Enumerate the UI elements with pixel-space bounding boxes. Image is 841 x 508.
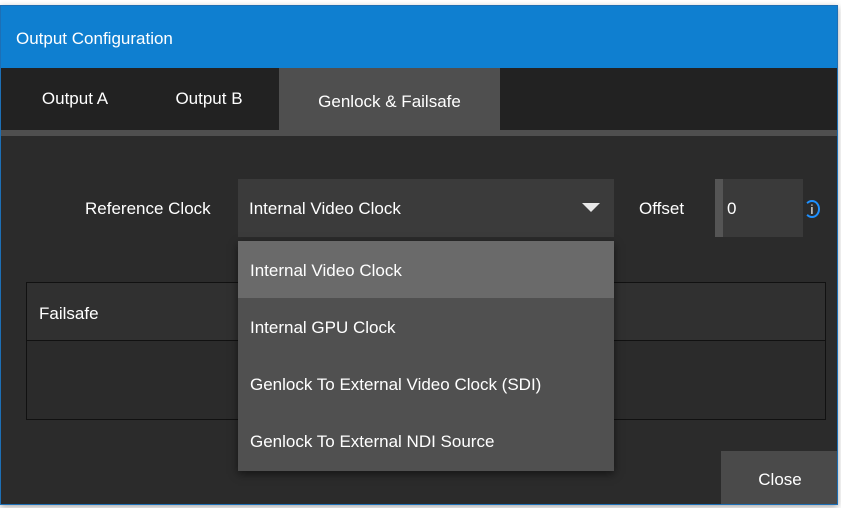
window-title: Output Configuration xyxy=(16,29,173,48)
dropdown-option-internal-gpu-clock[interactable]: Internal GPU Clock xyxy=(238,298,614,355)
dropdown-option-label: Genlock To External Video Clock (SDI) xyxy=(250,375,542,394)
tab-output-a[interactable]: Output A xyxy=(23,68,127,130)
dropdown-option-label: Internal GPU Clock xyxy=(250,318,396,337)
offset-label: Offset xyxy=(639,199,685,218)
offset-input[interactable]: 0 xyxy=(715,179,803,237)
output-configuration-dialog: Output Configuration Output A Output B G… xyxy=(0,5,838,505)
failsafe-title: Failsafe xyxy=(39,304,99,323)
close-button[interactable]: Close xyxy=(721,451,837,504)
dropdown-option-genlock-ndi[interactable]: Genlock To External NDI Source xyxy=(238,412,614,469)
dropdown-option-genlock-sdi[interactable]: Genlock To External Video Clock (SDI) xyxy=(238,355,614,412)
offset-value: 0 xyxy=(727,199,737,218)
dropdown-option-label: Internal Video Clock xyxy=(250,261,402,280)
reference-clock-dropdown: Internal Video Clock Internal GPU Clock … xyxy=(238,241,614,471)
reference-clock-select[interactable]: Internal Video Clock xyxy=(238,179,614,237)
tab-genlock-failsafe[interactable]: Genlock & Failsafe xyxy=(279,68,500,136)
dropdown-option-internal-video-clock[interactable]: Internal Video Clock xyxy=(238,241,614,298)
reference-clock-label: Reference Clock xyxy=(85,199,211,218)
title-bar[interactable]: Output Configuration xyxy=(1,6,837,68)
tab-output-b[interactable]: Output B xyxy=(147,68,271,130)
dropdown-option-label: Genlock To External NDI Source xyxy=(250,432,495,451)
reference-clock-value: Internal Video Clock xyxy=(249,199,401,218)
info-icon[interactable]: i xyxy=(804,200,820,218)
chevron-down-icon[interactable] xyxy=(582,203,600,212)
